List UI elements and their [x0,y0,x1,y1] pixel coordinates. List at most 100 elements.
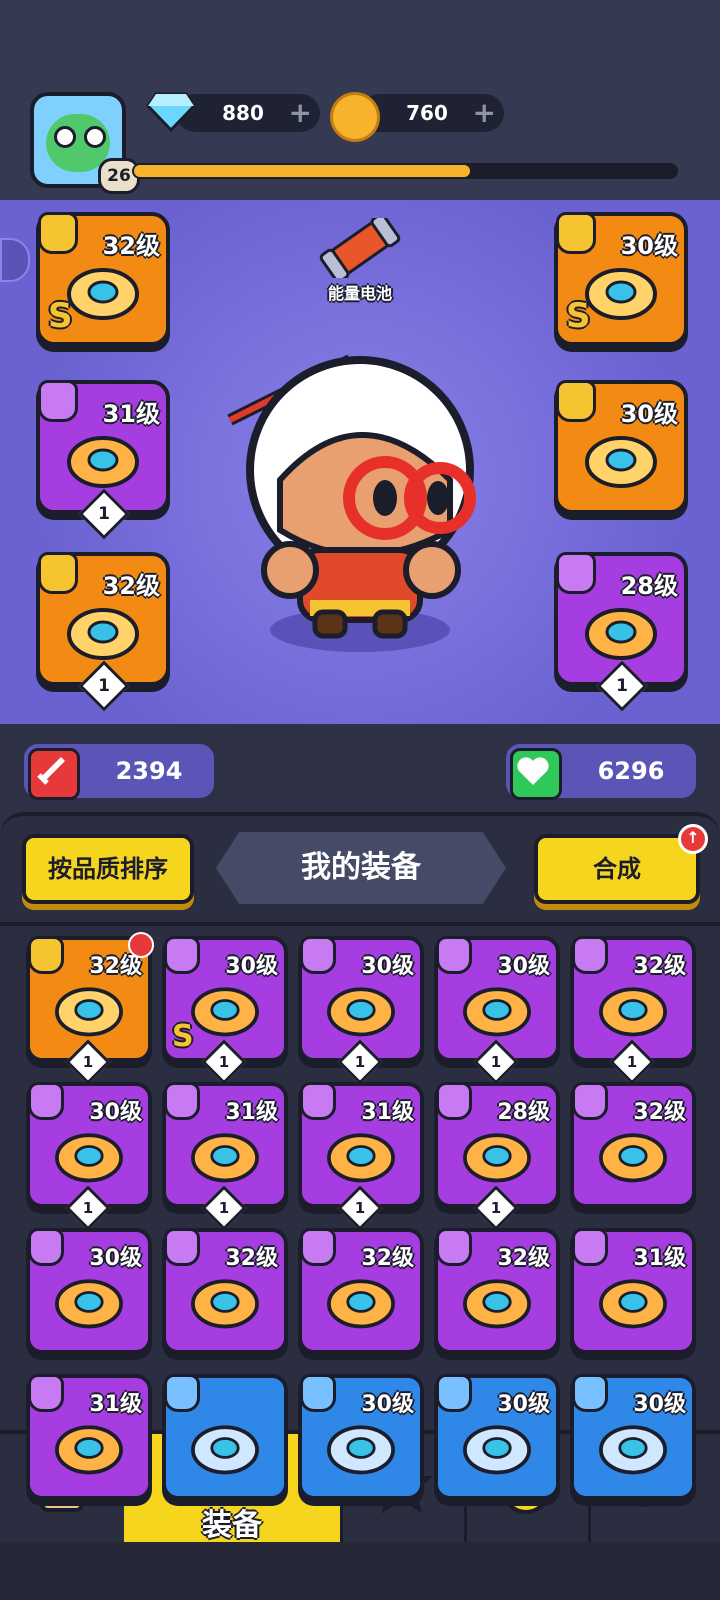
item-level: 32级 [102,232,160,260]
add-gems-button[interactable]: + [289,98,312,128]
tab-label: 装备 [202,1508,262,1543]
shotgun-icon [46,976,132,1042]
item-level: 30级 [89,1100,142,1125]
ring-slot-icon [164,1228,200,1266]
weapon-icon [38,212,78,254]
item-level: 32级 [633,954,686,979]
red-boots-icon [454,1122,540,1188]
item-count: 1 [82,1199,94,1217]
item-level: 32级 [633,1100,686,1125]
diamond-icon [146,92,196,132]
gauntlet-icon [58,424,148,494]
equipped-slot[interactable]: 28级 1 [554,552,688,712]
hero-character [227,354,476,652]
equipped-slot[interactable]: 30级 [554,380,688,514]
belt-slot-icon [164,936,200,974]
gem-count: 880 [222,101,264,125]
belt-slot-icon [556,380,596,422]
ruby-ring-icon [590,976,676,1042]
weapon-icon [454,1414,540,1480]
avatar-eye-left [54,126,76,148]
battery-label: 能量电池 [327,284,392,303]
item-level: 31级 [102,400,160,428]
sword-icon [28,748,80,800]
gem-counter: 880 + [176,94,320,132]
item-count: 1 [490,1199,502,1217]
inventory-item[interactable]: 32级 1 [570,936,696,1085]
equipped-slot[interactable]: 32级 1 [36,552,170,712]
inventory-item[interactable]: 28级 1 [434,1082,560,1231]
inventory-item[interactable]: 31级 1 [298,1082,424,1231]
ring-slot-icon [300,1228,336,1266]
item-level: 31级 [633,1246,686,1271]
inventory-item[interactable]: 30级 [298,1374,424,1500]
equipped-slot[interactable]: 32级 S [36,212,170,346]
grade-badge: S [566,296,591,336]
grade-badge: S [48,296,73,336]
attack-stat: 2394 [24,744,214,800]
health-value: 6296 [597,757,665,785]
inventory-item[interactable]: 32级 [434,1228,560,1354]
coin-icon [330,92,380,142]
eye-belt-icon [576,424,666,494]
avatar-eye-right [84,126,106,148]
belt-slot-icon [28,1082,64,1120]
xp-bar [132,163,678,179]
add-coins-button[interactable]: + [473,98,496,128]
jacket-icon [46,1268,132,1334]
equipped-slot[interactable]: 31级 1 [36,380,170,540]
white-robe-icon [454,976,540,1042]
item-level: 31级 [89,1392,142,1417]
sort-by-quality-button[interactable]: 按品质排序 [22,834,194,904]
item-level: 30级 [497,1392,550,1417]
item-level: 32级 [497,1246,550,1271]
health-stat: 6296 [506,744,696,800]
item-level: 28级 [497,1100,550,1125]
energy-battery-icon[interactable] [318,218,402,278]
inventory-item[interactable]: 31级 [26,1374,152,1500]
inventory-item[interactable]: 30级 1 [26,1082,152,1231]
blue-glove-icon [182,1122,268,1188]
heart-icon [510,748,562,800]
weapon-icon [164,1374,200,1412]
item-count: 1 [98,504,110,524]
leaf-belt-icon [182,976,268,1042]
coin-counter: 760 + [360,94,504,132]
inventory-item[interactable]: 32级 [162,1228,288,1354]
weapon-icon [590,1414,676,1480]
item-level: 30级 [633,1392,686,1417]
inventory-item[interactable]: 31级 1 [162,1082,288,1231]
ring-slot-icon [436,1228,472,1266]
inventory-item[interactable]: 30级 S 1 [162,936,288,1085]
inventory-item[interactable]: 30级 [26,1228,152,1354]
grade-badge: S [172,1019,194,1054]
boot-slot-icon [436,1082,472,1120]
item-level: 28级 [620,572,678,600]
item-count: 1 [218,1199,230,1217]
glove-icon [28,1374,64,1412]
item-level: 30级 [361,1392,414,1417]
weapon-icon [182,1414,268,1480]
attack-value: 2394 [115,757,183,785]
weapon-icon [300,1374,336,1412]
inventory-item[interactable]: 32级 1 [26,932,154,1085]
inventory-item[interactable] [162,1374,288,1500]
inventory-item[interactable]: 30级 1 [434,936,560,1085]
item-count: 1 [626,1053,638,1071]
inventory-item[interactable]: 32级 [570,1082,696,1208]
item-count: 1 [82,1053,94,1071]
inventory-item[interactable]: 30级 1 [298,936,424,1085]
weapon-icon [28,936,64,974]
inventory-item[interactable]: 31级 [570,1228,696,1354]
inventory-item[interactable]: 30级 [570,1374,696,1500]
merge-button[interactable]: 合成 [534,834,700,904]
equipped-slot[interactable]: 30级 S [554,212,688,346]
item-count: 1 [218,1053,230,1071]
inventory-item[interactable]: 32级 [298,1228,424,1354]
blue-ring-icon [182,1268,268,1334]
item-count: 1 [354,1053,366,1071]
blue-armor-icon [318,976,404,1042]
inventory-item[interactable]: 30级 [434,1374,560,1500]
glove-icon [38,380,78,422]
xp-bar-fill [134,165,471,177]
